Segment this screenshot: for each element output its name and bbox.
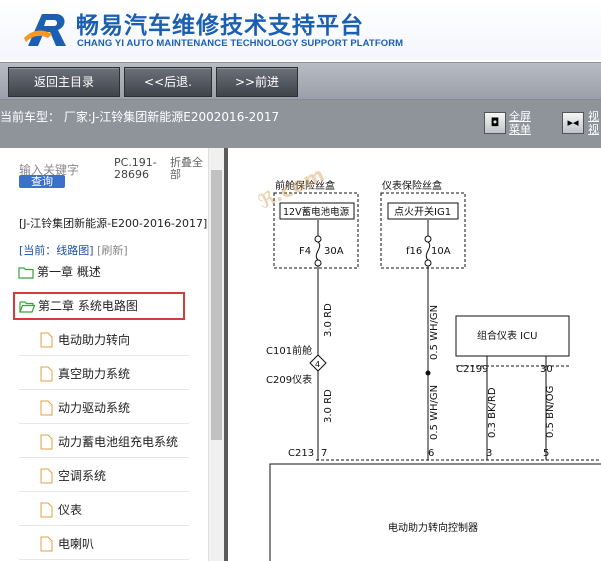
document-icon [40, 366, 53, 382]
document-icon [40, 468, 53, 484]
fuse-f4-id: F4 [299, 246, 311, 257]
fuse-terminal [314, 259, 322, 267]
tree-item-label: 动力驱动系统 [58, 401, 131, 415]
fuse-terminal [424, 259, 432, 267]
circuit-diagram-svg: 前舱保险丝盒 12V蓄电池电源 F4 30A 3.0 RD C101前舱 C20… [266, 179, 601, 561]
fullscreen-view-label-2[interactable]: 视 [588, 123, 599, 136]
wire-label-rd-lower: 3.0 RD [323, 389, 334, 423]
pin-3: 3 [486, 448, 492, 459]
fuse-f16-id: f16 [406, 246, 422, 257]
tree-item-label: 动力蓄电池组充电系统 [58, 435, 179, 449]
tree-item-label: 真空助力系统 [58, 367, 131, 381]
panel-fuse-box-title: 仪表保险丝盒 [382, 179, 442, 192]
battery-label: 12V蓄电池电源 [283, 206, 350, 218]
fullscreen-label-1[interactable]: 全屏 [509, 110, 531, 123]
folder-icon [18, 267, 34, 279]
folder-open-icon [19, 301, 35, 313]
current-model-bar: 当前车型： 厂家:J-江铃集团新能源E2002016-2017 ◘ 全屏 菜单 … [0, 100, 601, 148]
tree-item-label: 空调系统 [58, 469, 107, 483]
fullscreen-view-icon[interactable]: ▸◂ [562, 112, 584, 134]
tree-item-label: 电喇叭 [58, 537, 95, 551]
fuse-terminal [424, 235, 432, 243]
brand-subtitle: CHANG YI AUTO MAINTENANCE TECHNOLOGY SUP… [77, 38, 404, 49]
pin-6: 6 [428, 448, 434, 459]
navigation-bar: 返回主目录 <<后退. >>前进 [0, 62, 601, 100]
app-header: 畅易汽车维修技术支持平台 CHANG YI AUTO MAINTENANCE T… [0, 0, 601, 60]
tree-item-battery-charging[interactable]: 动力蓄电池组充电系统 [19, 426, 189, 458]
chapter-label: 第二章 系统电路图 [38, 299, 138, 313]
pc-code: PC.191-28696 [114, 156, 157, 181]
home-button[interactable]: 返回主目录 [8, 67, 120, 97]
document-icon [40, 502, 53, 518]
wire-label-rd-upper: 3.0 RD [323, 303, 334, 337]
document-icon [40, 434, 53, 450]
current-view-line: [当前：线路图] [刷新] [19, 242, 128, 258]
tree-item-air-conditioning[interactable]: 空调系统 [19, 460, 189, 492]
fuse-f4-wire [315, 220, 321, 438]
ignition-label: 点火开关IG1 [394, 205, 451, 218]
connector-c209-label: C209仪表 [266, 373, 312, 386]
chapter-label: 第一章 概述 [37, 265, 101, 279]
chapter-overview[interactable]: 第一章 概述 [18, 261, 101, 283]
wire-label-whgn-lower: 0.5 WH/GN [429, 385, 440, 440]
brand-logo-icon [24, 14, 66, 46]
sidebar-scrollbar[interactable] [208, 148, 224, 561]
eps-controller-label: 电动助力转向控制器 [388, 521, 478, 534]
tree-item-label: 仪表 [58, 503, 83, 517]
fullscreen-menu-icon[interactable]: ◘ [484, 112, 506, 134]
pin-5: 5 [543, 448, 549, 459]
tree-item-label: 电动助力转向 [58, 333, 131, 347]
collapse-all-link[interactable]: 折叠全部 [170, 157, 210, 181]
fuse-terminal [314, 235, 322, 243]
fullscreen-label-2[interactable]: 菜单 [509, 123, 531, 136]
wire-label-bnog: 0.5 BN/OG [545, 386, 556, 438]
eps-controller-box [269, 463, 601, 561]
model-name: [J-江铃集团新能源-E200-2016-2017] [19, 217, 208, 230]
document-icon [40, 332, 53, 348]
connector-c213-label: C213 [288, 448, 314, 459]
wire-label-bkrd: 0.3 BK/RD [487, 387, 498, 438]
tree-item-power-drive[interactable]: 动力驱动系统 [19, 392, 189, 424]
document-icon [40, 536, 53, 552]
back-button[interactable]: <<后退. [124, 67, 212, 97]
fuse-f4-rating: 30A [324, 246, 344, 257]
circuit-diagram: 前舱保险丝盒 12V蓄电池电源 F4 30A 3.0 RD C101前舱 C20… [228, 148, 601, 561]
forward-button[interactable]: >>前进 [216, 67, 298, 97]
scrollbar-thumb[interactable] [211, 170, 222, 440]
refresh-link[interactable]: [刷新] [97, 244, 128, 257]
splice-dot [425, 370, 431, 376]
tree-item-eps[interactable]: 电动助力转向 [19, 324, 189, 356]
current-view-label: [当前：线路图] [19, 244, 94, 257]
icu-label: 组合仪表 ICU [477, 329, 537, 342]
pin-7: 7 [321, 448, 327, 459]
search-button[interactable]: 查询 [19, 175, 65, 188]
tree-item-vacuum-booster[interactable]: 真空助力系统 [19, 358, 189, 390]
connector-c101-label: C101前舱 [266, 344, 312, 357]
wire-label-whgn-upper: 0.5 WH/GN [429, 305, 440, 360]
tree-item-instrument[interactable]: 仪表 [19, 494, 189, 526]
fullscreen-view-label-1[interactable]: 视 [588, 110, 599, 123]
connector-pin-number: 4 [315, 360, 320, 369]
chapter-circuit-diagrams[interactable]: 第二章 系统电路图 [13, 292, 185, 320]
fuse-f16-rating: 10A [431, 246, 451, 257]
document-icon [40, 400, 53, 416]
panel-fuse-box-frame [380, 192, 466, 269]
sidebar: 输入关键字 查询 PC.191-28696 折叠全部 [J-江铃集团新能源-E2… [0, 148, 224, 561]
tree-item-horn[interactable]: 电喇叭 [19, 528, 189, 560]
brand-title: 畅易汽车维修技术支持平台 [76, 13, 364, 39]
current-model-text: 当前车型： 厂家:J-江铃集团新能源E2002016-2017 [0, 110, 280, 124]
